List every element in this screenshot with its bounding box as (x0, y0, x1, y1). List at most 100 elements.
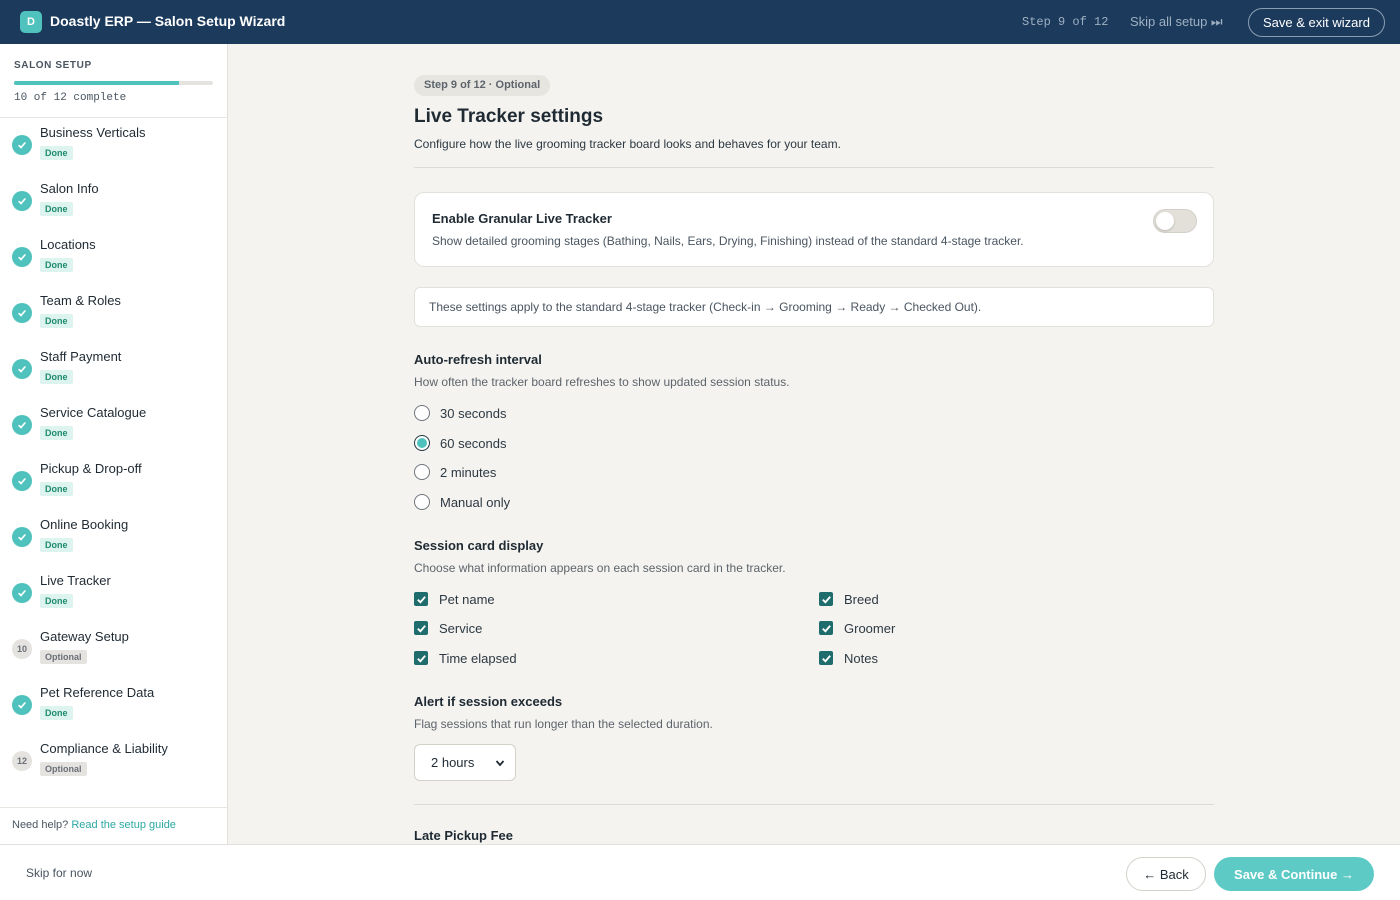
checkbox-label: Groomer (844, 620, 896, 636)
checkbox-label: Pet name (439, 591, 495, 607)
checkbox-label: Breed (844, 591, 879, 607)
late-pickup-title: Late Pickup Fee (414, 828, 513, 843)
radio-label: 2 minutes (440, 464, 497, 480)
checkbox-check-icon (414, 621, 428, 635)
radio-2-minutes[interactable]: 2 minutes (414, 462, 496, 482)
sidebar-help: Need help? Read the setup guide (0, 807, 227, 844)
select-value: 2 hours (431, 755, 475, 770)
status-badge: Done (40, 146, 73, 160)
checkbox-notes[interactable]: Notes (819, 649, 878, 667)
sidebar-item-label: Team & Roles (40, 293, 121, 308)
sidebar-item-compliance-liability[interactable]: 12 Compliance & Liability Optional (0, 734, 227, 790)
status-badge: Optional (40, 650, 87, 664)
top-bar: D Doastly ERP — Salon Setup Wizard Step … (0, 0, 1400, 44)
check-icon (12, 303, 32, 323)
sidebar-item-business-verticals[interactable]: Business Verticals Done (0, 118, 227, 174)
radio-label: 30 seconds (440, 405, 507, 421)
checkbox-breed[interactable]: Breed (819, 590, 879, 608)
status-badge: Done (40, 594, 73, 608)
sidebar-item-locations[interactable]: Locations Done (0, 230, 227, 286)
radio-circle (414, 464, 430, 480)
check-icon (12, 191, 32, 211)
save-exit-wizard-button[interactable]: Save & exit wizard (1248, 8, 1385, 37)
check-icon (12, 471, 32, 491)
skip-for-now-link[interactable]: Skip for now (26, 866, 92, 880)
toggle-knob (1156, 212, 1174, 230)
step-counter: Step 9 of 12 (1022, 15, 1109, 29)
checkbox-check-icon (414, 651, 428, 665)
sidebar-item-pet-reference-data[interactable]: Pet Reference Data Done (0, 678, 227, 734)
sidebar-item-online-booking[interactable]: Online Booking Done (0, 510, 227, 566)
card-display-description: Choose what information appears on each … (414, 561, 786, 575)
check-icon (12, 247, 32, 267)
sidebar-item-label: Staff Payment (40, 349, 122, 364)
radio-30-seconds[interactable]: 30 seconds (414, 403, 507, 423)
status-badge: Done (40, 538, 73, 552)
card-display-title: Session card display (414, 538, 544, 553)
checkbox-check-icon (819, 592, 833, 606)
setup-progress-text: 10 of 12 complete (14, 92, 127, 104)
sidebar-item-staff-payment[interactable]: Staff Payment Done (0, 342, 227, 398)
check-icon (12, 527, 32, 547)
sidebar-header: SALON SETUP 10 of 12 complete (0, 44, 227, 118)
save-continue-button[interactable]: Save & Continue → (1214, 857, 1374, 891)
sidebar-item-label: Locations (40, 237, 96, 252)
divider (414, 804, 1214, 805)
page-title: Live Tracker settings (414, 106, 604, 127)
sidebar-item-label: Live Tracker (40, 573, 111, 588)
toggle-description: Show detailed grooming stages (Bathing, … (432, 234, 1024, 248)
granular-tracker-toggle[interactable] (1153, 209, 1197, 233)
granular-tracker-card: Enable Granular Live Tracker Show detail… (414, 192, 1214, 267)
alert-duration-select[interactable]: 2 hours (414, 744, 516, 781)
radio-label: 60 seconds (440, 435, 507, 451)
checkbox-check-icon (414, 592, 428, 606)
sidebar-item-gateway-setup[interactable]: 10 Gateway Setup Optional (0, 622, 227, 678)
radio-circle (414, 405, 430, 421)
page-description: Configure how the live grooming tracker … (414, 137, 841, 151)
sidebar-item-pickup-dropoff[interactable]: Pickup & Drop-off Done (0, 454, 227, 510)
status-badge: Done (40, 258, 73, 272)
bottom-bar: Skip for now ← Back Save & Continue → (0, 844, 1400, 900)
setup-guide-link[interactable]: Read the setup guide (71, 819, 176, 831)
sidebar-item-label: Pet Reference Data (40, 685, 155, 700)
radio-circle (414, 494, 430, 510)
sidebar-item-team-roles[interactable]: Team & Roles Done (0, 286, 227, 342)
toggle-title: Enable Granular Live Tracker (432, 211, 612, 226)
sidebar-item-salon-info[interactable]: Salon Info Done (0, 174, 227, 230)
status-badge: Done (40, 706, 73, 720)
auto-refresh-title: Auto-refresh interval (414, 352, 542, 367)
sidebar-item-live-tracker[interactable]: Live Tracker Done (0, 566, 227, 622)
setup-progress-fill (14, 81, 180, 85)
checkbox-groomer[interactable]: Groomer (819, 619, 895, 637)
check-icon (12, 583, 32, 603)
checkbox-pet-name[interactable]: Pet name (414, 590, 495, 608)
radio-manual-only[interactable]: Manual only (414, 492, 510, 512)
step-number-icon: 12 (12, 751, 32, 771)
radio-60-seconds[interactable]: 60 seconds (414, 433, 507, 453)
sidebar-item-label: Gateway Setup (40, 629, 129, 644)
sidebar-item-label: Online Booking (40, 517, 129, 532)
sidebar-item-label: Salon Info (40, 181, 99, 196)
back-button[interactable]: ← Back (1126, 857, 1206, 891)
status-badge: Done (40, 370, 73, 384)
sidebar-item-service-catalogue[interactable]: Service Catalogue Done (0, 398, 227, 454)
help-text: Need help? (12, 819, 69, 831)
checkbox-service[interactable]: Service (414, 619, 482, 637)
radio-circle (414, 435, 430, 451)
sidebar-item-label: Service Catalogue (40, 405, 147, 420)
chevron-down-icon (495, 759, 505, 766)
sidebar-item-label: Business Verticals (40, 125, 146, 140)
status-badge: Done (40, 426, 73, 440)
status-badge: Optional (40, 762, 87, 776)
status-badge: Done (40, 202, 73, 216)
status-badge: Done (40, 482, 73, 496)
step-number-icon: 10 (12, 639, 32, 659)
info-note: These settings apply to the standard 4-s… (414, 287, 1214, 327)
skip-all-setup-link[interactable]: Skip all setup ⏭ (1130, 14, 1223, 30)
app-logo: D (20, 11, 42, 33)
auto-refresh-description: How often the tracker board refreshes to… (414, 375, 790, 389)
checkbox-label: Notes (844, 650, 878, 666)
checkbox-time-elapsed[interactable]: Time elapsed (414, 649, 517, 667)
main-content: Step 9 of 12 · Optional Live Tracker set… (229, 44, 1400, 844)
app-title: Doastly ERP — Salon Setup Wizard (50, 13, 286, 29)
